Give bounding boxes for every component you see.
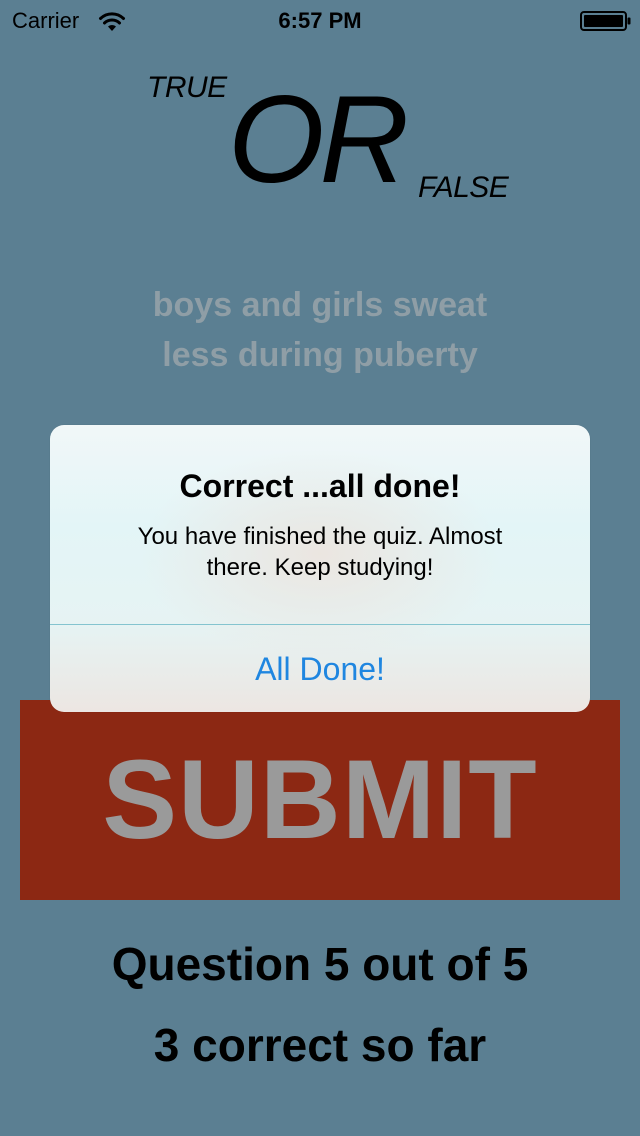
question-progress: Question 5 out of 5 — [111, 938, 529, 990]
app-logo: TRUE OR FALSE — [0, 0, 640, 220]
score-text: 3 correct so far — [153, 1019, 487, 1071]
submit-button[interactable]: SUBMIT — [20, 700, 620, 900]
quiz-screen: Carrier 6:57 PM TRUE OR FALSE boys and g… — [0, 0, 640, 1136]
logo-or-text: OR — [228, 71, 409, 209]
logo-false-text: FALSE — [418, 171, 509, 204]
submit-label: SUBMIT — [102, 737, 538, 862]
alert-title: Correct ...all done! — [179, 468, 461, 504]
question-line-1: boys and girls sweat — [152, 286, 488, 324]
alert-message-line-1: You have finished the quiz. Almost — [137, 523, 503, 550]
logo-true-text: TRUE — [147, 71, 227, 104]
question-text: boys and girls sweat less during puberty — [60, 280, 580, 380]
alert-message: You have finished the quiz. Almost there… — [50, 521, 590, 583]
question-line-2: less during puberty — [162, 336, 478, 374]
all-done-button[interactable]: All Done! — [50, 625, 590, 712]
alert-message-line-2: there. Keep studying! — [206, 554, 434, 581]
